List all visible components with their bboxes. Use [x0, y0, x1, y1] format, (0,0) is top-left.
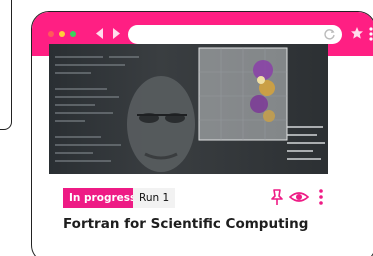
more-vertical-icon[interactable] [318, 188, 324, 206]
course-title[interactable]: Fortran for Scientific Computing [63, 216, 308, 232]
window-maximize-dot[interactable] [70, 31, 76, 37]
eye-icon[interactable] [289, 188, 309, 206]
star-icon[interactable] [350, 26, 364, 40]
url-bar[interactable] [128, 25, 342, 44]
window-close-dot[interactable] [48, 31, 54, 37]
status-badge: In progress [63, 188, 143, 208]
background-card [0, 0, 12, 130]
window-minimize-dot[interactable] [59, 31, 65, 37]
chevron-right-icon[interactable] [112, 27, 122, 40]
chevron-left-icon[interactable] [94, 27, 104, 40]
run-badge: Run 1 [133, 188, 176, 208]
pin-icon[interactable] [268, 188, 286, 206]
course-thumbnail[interactable] [49, 44, 328, 174]
reload-icon[interactable] [323, 28, 336, 41]
browser-menu-icon[interactable] [368, 26, 373, 42]
